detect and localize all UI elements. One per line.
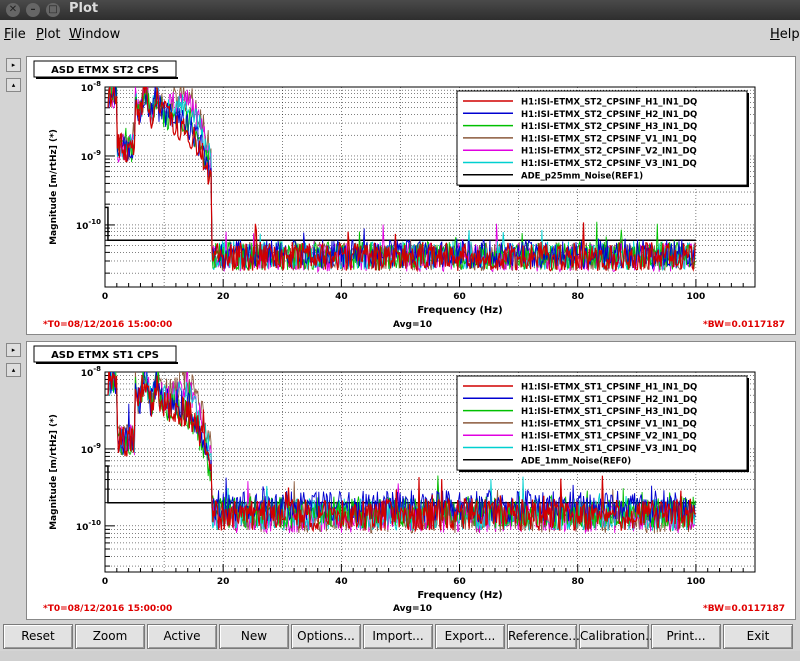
legend-entry: H1:ISI-ETMX_ST1_CPSINF_V3_IN1_DQ bbox=[521, 444, 697, 454]
status-strip bbox=[0, 651, 800, 661]
plot-title-shadow bbox=[36, 77, 178, 79]
asd-plot-2[interactable]: ASD ETMX ST1 CPS 0 20 40 60 80 100 10-8 10-9 10-1… bbox=[27, 342, 797, 602]
plot1-bw-label: *BW=0.0117187 bbox=[703, 320, 786, 330]
x-tick-label: 80 bbox=[571, 292, 584, 302]
panel1-collapse-button[interactable]: ▴ bbox=[6, 78, 21, 92]
reference-button[interactable]: Reference... bbox=[507, 624, 580, 649]
plot-title: ASD ETMX ST1 CPS bbox=[51, 350, 159, 361]
x-tick-label: 40 bbox=[335, 577, 348, 587]
legend-entry: H1:ISI-ETMX_ST2_CPSINF_H2_IN1_DQ bbox=[521, 110, 697, 120]
menu-bar: File Plot Window Help bbox=[0, 24, 800, 46]
x-tick-label: 40 bbox=[335, 292, 348, 302]
x-tick-label: 20 bbox=[217, 292, 230, 302]
legend-entry: H1:ISI-ETMX_ST2_CPSINF_H1_IN1_DQ bbox=[521, 98, 697, 108]
y-tick-label: 10-8 bbox=[81, 80, 101, 94]
menu-file[interactable]: File bbox=[4, 27, 26, 42]
y-tick-label: 10-10 bbox=[76, 218, 101, 232]
x-tick-label: 0 bbox=[102, 292, 108, 302]
legend-entry: H1:ISI-ETMX_ST2_CPSINF_H3_IN1_DQ bbox=[521, 122, 697, 132]
new-button[interactable]: New bbox=[219, 624, 289, 649]
plot-panel-2[interactable]: ASD ETMX ST1 CPS 0 20 40 60 80 100 10-8 10-9 10-1… bbox=[26, 341, 796, 620]
plot-title: ASD ETMX ST2 CPS bbox=[51, 65, 159, 76]
menu-plot[interactable]: Plot bbox=[36, 27, 61, 42]
legend-entry: H1:ISI-ETMX_ST1_CPSINF_V1_IN1_DQ bbox=[521, 419, 697, 429]
import-button[interactable]: Import... bbox=[363, 624, 433, 649]
panel2-collapse-button[interactable]: ▴ bbox=[6, 363, 21, 377]
menu-window[interactable]: Window bbox=[69, 27, 120, 42]
legend-entry: H1:ISI-ETMX_ST2_CPSINF_V1_IN1_DQ bbox=[521, 134, 697, 144]
plot-panel-1[interactable]: ASD ETMX ST2 CPS 0 20 40 60 80 100 10-8 10-9 10-1… bbox=[26, 56, 796, 335]
x-tick-label: 60 bbox=[453, 292, 466, 302]
legend-entry: H1:ISI-ETMX_ST2_CPSINF_V2_IN1_DQ bbox=[521, 147, 697, 157]
y-axis-label: Magnitude [m/rtHz] (*) bbox=[49, 414, 59, 530]
legend-entry: H1:ISI-ETMX_ST1_CPSINF_H2_IN1_DQ bbox=[521, 395, 697, 405]
options-button[interactable]: Options... bbox=[291, 624, 361, 649]
x-axis-label: Frequency (Hz) bbox=[417, 305, 502, 316]
legend-entry: ADE_1mm_Noise(REF0) bbox=[521, 456, 631, 466]
legend-entry: H1:ISI-ETMX_ST1_CPSINF_H1_IN1_DQ bbox=[521, 383, 697, 393]
x-tick-label: 0 bbox=[102, 577, 108, 587]
reset-button[interactable]: Reset bbox=[3, 624, 73, 649]
export-button[interactable]: Export... bbox=[435, 624, 505, 649]
menu-help[interactable]: Help bbox=[770, 27, 800, 42]
zoom-button[interactable]: Zoom bbox=[75, 624, 145, 649]
maximize-window-icon[interactable]: □ bbox=[46, 3, 60, 17]
window-title: Plot bbox=[69, 1, 99, 16]
calibration-button[interactable]: Calibration... bbox=[579, 624, 657, 649]
y-tick-label: 10-10 bbox=[76, 519, 101, 533]
legend-entry: H1:ISI-ETMX_ST2_CPSINF_V3_IN1_DQ bbox=[521, 159, 697, 169]
x-axis-label: Frequency (Hz) bbox=[417, 590, 502, 601]
panel2-expand-button[interactable]: ▸ bbox=[6, 343, 21, 357]
x-tick-label: 100 bbox=[687, 577, 706, 587]
plot2-avg-label: Avg=10 bbox=[393, 604, 433, 614]
window-titlebar: ✕ – □ Plot bbox=[0, 0, 800, 20]
plot1-t0-label: *T0=08/12/2016 15:00:00 bbox=[43, 320, 173, 330]
y-tick-label: 10-9 bbox=[81, 149, 101, 163]
active-button[interactable]: Active bbox=[147, 624, 217, 649]
asd-plot-1[interactable]: ASD ETMX ST2 CPS 0 20 40 60 80 100 10-8 10-9 10-1… bbox=[27, 57, 797, 317]
close-window-icon[interactable]: ✕ bbox=[6, 3, 20, 17]
y-axis-label: Magnitude [m/rtHz] (*) bbox=[49, 129, 59, 245]
plot2-bw-label: *BW=0.0117187 bbox=[703, 604, 786, 614]
plot2-t0-label: *T0=08/12/2016 15:00:00 bbox=[43, 604, 173, 614]
legend-entry: ADE_p25mm_Noise(REF1) bbox=[521, 171, 643, 181]
plot-title-shadow bbox=[36, 362, 178, 364]
y-tick-label: 10-8 bbox=[81, 365, 101, 379]
exit-button[interactable]: Exit bbox=[723, 624, 793, 649]
bottom-toolbar: Reset Zoom Active New Options... Import.… bbox=[3, 624, 797, 649]
plot1-avg-label: Avg=10 bbox=[393, 320, 433, 330]
panel1-expand-button[interactable]: ▸ bbox=[6, 58, 21, 72]
x-tick-label: 20 bbox=[217, 577, 230, 587]
print-button[interactable]: Print... bbox=[651, 624, 721, 649]
x-tick-label: 100 bbox=[687, 292, 706, 302]
x-tick-label: 80 bbox=[571, 577, 584, 587]
legend-entry: H1:ISI-ETMX_ST1_CPSINF_H3_IN1_DQ bbox=[521, 407, 697, 417]
x-tick-label: 60 bbox=[453, 577, 466, 587]
legend-entry: H1:ISI-ETMX_ST1_CPSINF_V2_IN1_DQ bbox=[521, 432, 697, 442]
minimize-window-icon[interactable]: – bbox=[26, 3, 40, 17]
y-tick-label: 10-9 bbox=[81, 442, 101, 456]
